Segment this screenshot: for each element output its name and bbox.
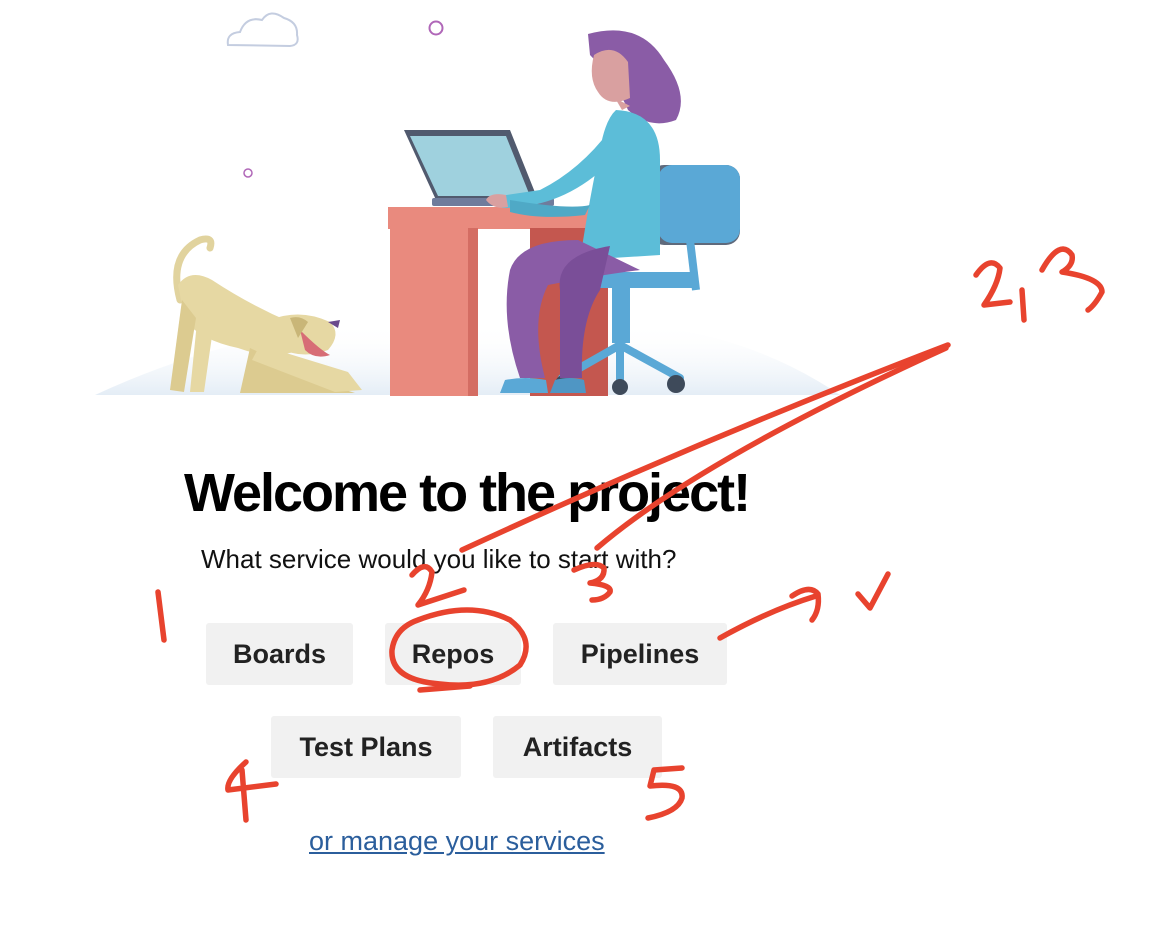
artifacts-button[interactable]: Artifacts: [493, 716, 662, 778]
page-title: Welcome to the project!: [184, 463, 751, 523]
boards-button[interactable]: Boards: [206, 623, 353, 685]
annotation-arrow-line: [717, 593, 819, 641]
repos-button[interactable]: Repos: [385, 623, 521, 685]
dog-illustration: [170, 235, 362, 393]
hero-illustration: [95, 12, 840, 396]
annotation-digit-3: [789, 586, 822, 623]
annotation-digit-1: [155, 589, 167, 643]
manage-services-link[interactable]: or manage your services: [309, 826, 605, 857]
annotation-checkmark: [855, 571, 891, 611]
subtitle: What service would you like to start wit…: [201, 544, 677, 574]
cloud-icon: [226, 12, 299, 48]
test-plans-button[interactable]: Test Plans: [271, 716, 461, 778]
pipelines-button[interactable]: Pipelines: [553, 623, 727, 685]
annotation-digit-4: [225, 759, 279, 823]
